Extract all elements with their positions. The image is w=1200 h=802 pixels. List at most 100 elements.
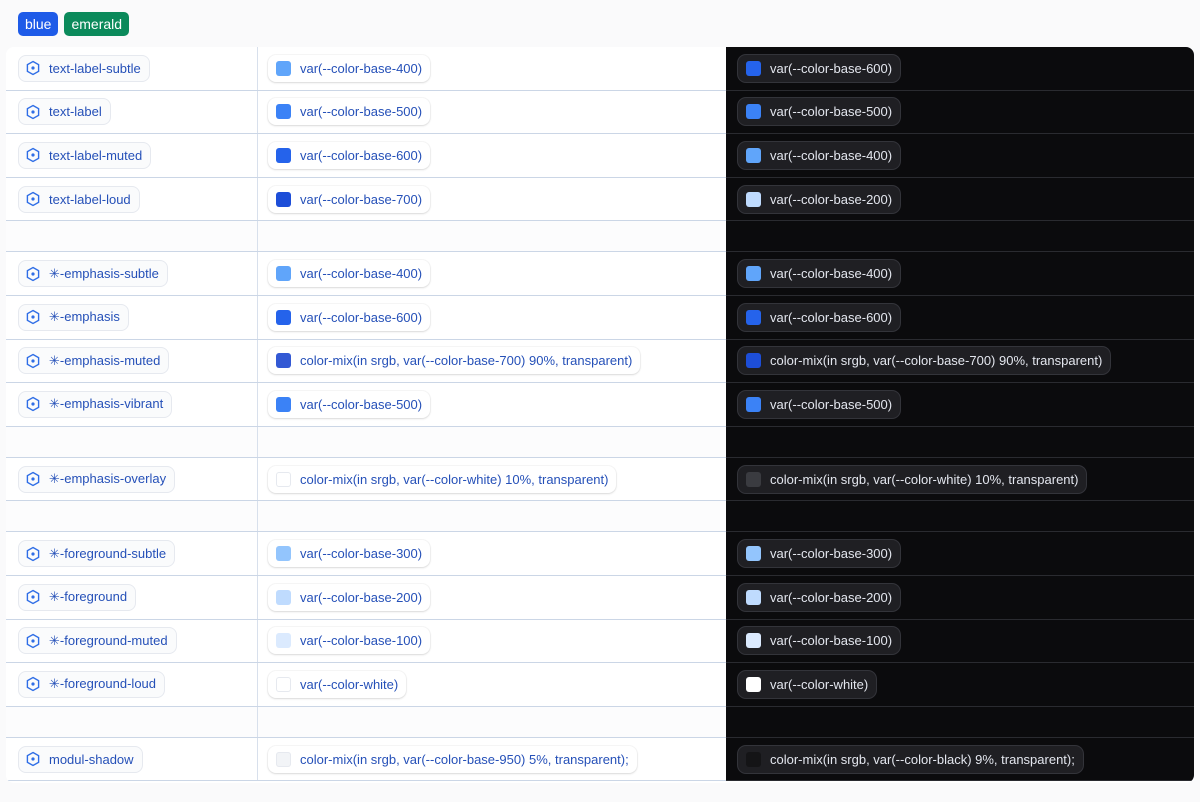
token-name: ✳-emphasis-subtle bbox=[49, 265, 159, 281]
dark-value: var(--color-base-600) bbox=[738, 54, 901, 82]
light-value: var(--color-base-100) bbox=[268, 627, 431, 655]
light-value-text: var(--color-base-400) bbox=[300, 60, 423, 76]
table-row: ✳-foreground var(--color-base-200) var(-… bbox=[6, 575, 1194, 620]
group-spacer bbox=[6, 426, 1194, 458]
dark-value: var(--color-base-300) bbox=[738, 540, 901, 568]
light-value-text: color-mix(in srgb, var(--color-white) 10… bbox=[300, 471, 609, 487]
hexagon-icon bbox=[26, 589, 40, 605]
dark-value-text: var(--color-base-200) bbox=[770, 191, 893, 207]
hexagon-icon bbox=[26, 104, 40, 120]
light-value: var(--color-white) bbox=[268, 670, 407, 698]
color-swatch bbox=[746, 191, 761, 207]
color-swatch bbox=[276, 676, 291, 692]
color-swatch bbox=[276, 309, 291, 325]
token-chip[interactable]: ✳-emphasis-muted bbox=[18, 347, 170, 375]
hexagon-icon bbox=[26, 309, 40, 325]
table-row: modul-shadow color-mix(in srgb, var(--co… bbox=[6, 737, 1194, 782]
color-swatch bbox=[746, 633, 761, 649]
light-value-text: var(--color-base-400) bbox=[300, 266, 423, 282]
token-name: text-label-loud bbox=[49, 191, 131, 207]
light-value: var(--color-base-400) bbox=[268, 260, 431, 288]
light-value: color-mix(in srgb, var(--color-base-700)… bbox=[268, 347, 641, 375]
light-value-text: var(--color-base-700) bbox=[300, 191, 423, 207]
light-value: color-mix(in srgb, var(--color-base-950)… bbox=[268, 745, 637, 773]
hexagon-icon bbox=[26, 353, 40, 369]
table-row: text-label var(--color-base-500) var(--c… bbox=[6, 90, 1194, 135]
color-swatch bbox=[276, 104, 291, 120]
dark-value-text: color-mix(in srgb, var(--color-base-700)… bbox=[770, 353, 1103, 369]
color-swatch bbox=[276, 353, 291, 369]
dark-value-text: var(--color-base-500) bbox=[770, 396, 893, 412]
dark-value-text: var(--color-base-200) bbox=[770, 589, 893, 605]
light-value: var(--color-base-600) bbox=[268, 141, 431, 169]
color-swatch bbox=[746, 589, 761, 605]
token-name: ✳-emphasis-vibrant bbox=[49, 396, 164, 412]
dark-value-text: var(--color-base-500) bbox=[770, 104, 893, 120]
color-swatch bbox=[746, 396, 761, 412]
token-chip[interactable]: ✳-foreground-muted bbox=[18, 627, 177, 655]
dark-value: var(--color-base-400) bbox=[738, 141, 901, 169]
tab-blue[interactable]: blue bbox=[18, 12, 59, 36]
light-value: var(--color-base-600) bbox=[268, 303, 431, 331]
color-swatch bbox=[276, 471, 291, 487]
group-spacer bbox=[6, 221, 1194, 253]
color-swatch bbox=[746, 104, 761, 120]
dark-value: color-mix(in srgb, var(--color-white) 10… bbox=[738, 465, 1087, 493]
dark-value: color-mix(in srgb, var(--color-black) 9%… bbox=[738, 745, 1083, 773]
color-swatch bbox=[276, 191, 291, 207]
token-name: text-label-muted bbox=[49, 147, 143, 163]
table-row: ✳-emphasis-vibrant var(--color-base-500)… bbox=[6, 383, 1194, 427]
light-value-text: color-mix(in srgb, var(--color-base-950)… bbox=[300, 751, 629, 767]
table-row: text-label-loud var(--color-base-700) va… bbox=[6, 177, 1194, 222]
token-chip[interactable]: text-label-subtle bbox=[18, 54, 150, 82]
table-row: ✳-foreground-loud var(--color-white) var… bbox=[6, 663, 1194, 707]
light-value-text: var(--color-base-600) bbox=[300, 147, 423, 163]
dark-value: var(--color-base-500) bbox=[738, 390, 901, 418]
light-value: var(--color-base-300) bbox=[268, 540, 431, 568]
table-row: ✳-emphasis-subtle var(--color-base-400) … bbox=[6, 252, 1194, 296]
dark-value: var(--color-base-500) bbox=[738, 98, 901, 126]
dark-value: color-mix(in srgb, var(--color-base-700)… bbox=[738, 347, 1111, 375]
color-swatch bbox=[276, 546, 291, 562]
dark-value-text: var(--color-base-400) bbox=[770, 147, 893, 163]
token-name: ✳-foreground bbox=[49, 589, 128, 605]
table-row: ✳-foreground-muted var(--color-base-100)… bbox=[6, 619, 1194, 664]
token-chip[interactable]: ✳-foreground bbox=[18, 583, 137, 611]
dark-value-text: var(--color-white) bbox=[770, 676, 869, 692]
light-value: var(--color-base-700) bbox=[268, 185, 431, 213]
color-swatch bbox=[276, 396, 291, 412]
light-value: var(--color-base-500) bbox=[268, 98, 431, 126]
token-name: ✳-emphasis bbox=[49, 309, 120, 325]
color-swatch bbox=[276, 633, 291, 649]
token-chip[interactable]: ✳-foreground-loud bbox=[18, 670, 166, 698]
light-value-text: var(--color-base-500) bbox=[300, 396, 423, 412]
dark-value-text: color-mix(in srgb, var(--color-white) 10… bbox=[770, 471, 1079, 487]
hexagon-icon bbox=[26, 191, 40, 207]
light-value: var(--color-base-400) bbox=[268, 54, 431, 82]
light-value-text: color-mix(in srgb, var(--color-base-700)… bbox=[300, 353, 633, 369]
table-row: text-label-subtle var(--color-base-400) … bbox=[6, 47, 1194, 91]
token-chip[interactable]: ✳-emphasis bbox=[18, 303, 129, 331]
light-value-text: var(--color-base-300) bbox=[300, 546, 423, 562]
dark-value: var(--color-base-600) bbox=[738, 303, 901, 331]
dark-value: var(--color-base-400) bbox=[738, 260, 901, 288]
tab-emerald[interactable]: emerald bbox=[64, 12, 130, 36]
token-chip[interactable]: ✳-emphasis-overlay bbox=[18, 465, 176, 493]
token-name: ✳-foreground-loud bbox=[49, 676, 157, 692]
token-chip[interactable]: ✳-emphasis-vibrant bbox=[18, 390, 173, 418]
color-swatch bbox=[746, 471, 761, 487]
token-chip[interactable]: text-label-loud bbox=[18, 185, 140, 213]
table-row: ✳-emphasis-muted color-mix(in srgb, var(… bbox=[6, 339, 1194, 384]
color-swatch bbox=[276, 147, 291, 163]
token-chip[interactable]: modul-shadow bbox=[18, 745, 143, 773]
group-spacer bbox=[6, 501, 1194, 533]
token-chip[interactable]: ✳-emphasis-subtle bbox=[18, 260, 168, 288]
table-row: ✳-emphasis var(--color-base-600) var(--c… bbox=[6, 295, 1194, 340]
token-chip[interactable]: text-label-muted bbox=[18, 141, 152, 169]
table-row: text-label-muted var(--color-base-600) v… bbox=[6, 134, 1194, 178]
token-name: modul-shadow bbox=[49, 751, 134, 767]
token-chip[interactable]: text-label bbox=[18, 98, 111, 126]
color-swatch bbox=[746, 676, 761, 692]
token-chip[interactable]: ✳-foreground-subtle bbox=[18, 540, 176, 568]
token-name: ✳-foreground-muted bbox=[49, 632, 168, 648]
